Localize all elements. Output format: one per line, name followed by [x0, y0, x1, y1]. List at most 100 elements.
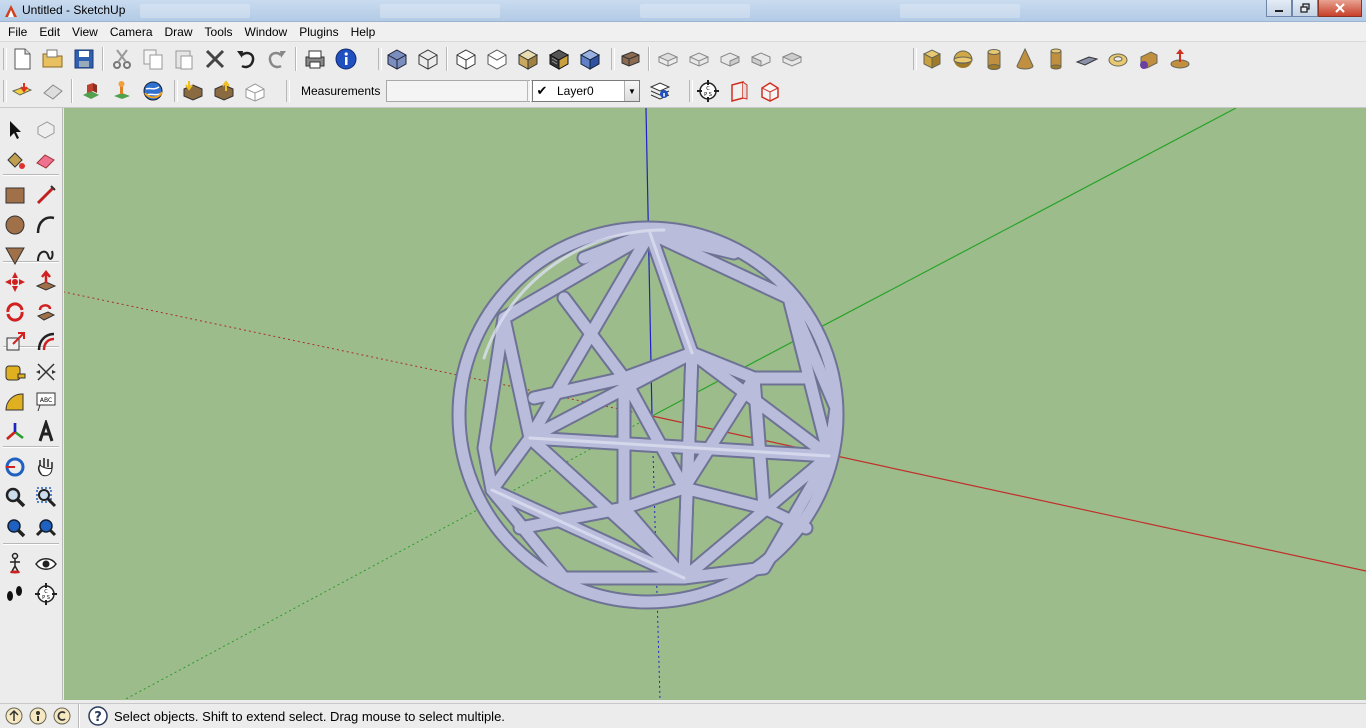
- get-location-button[interactable]: [8, 77, 36, 105]
- tube-button[interactable]: [1042, 45, 1070, 73]
- photo-texture-button[interactable]: [241, 77, 269, 105]
- torus-button[interactable]: [1104, 45, 1132, 73]
- menu-window[interactable]: Window: [239, 22, 294, 42]
- offset-tool-button[interactable]: [32, 328, 60, 356]
- tape-measure-tool-button[interactable]: [1, 358, 29, 386]
- menu-draw[interactable]: Draw: [159, 22, 199, 42]
- rectangle-tool-button[interactable]: [1, 181, 29, 209]
- sign-in-button[interactable]: [52, 706, 72, 726]
- menu-plugins[interactable]: Plugins: [293, 22, 344, 42]
- shaded-button[interactable]: [514, 45, 542, 73]
- chevron-down-icon[interactable]: ▼: [624, 81, 639, 101]
- footprints-tool-button[interactable]: [1, 580, 29, 608]
- menu-file[interactable]: File: [2, 22, 33, 42]
- arc-tool-button[interactable]: [32, 211, 60, 239]
- make-component-tool-button[interactable]: [32, 116, 60, 144]
- rotate-tool-button[interactable]: [1, 298, 29, 326]
- save-button[interactable]: [70, 45, 98, 73]
- hidden-line-button[interactable]: [452, 45, 480, 73]
- menu-tools[interactable]: Tools: [199, 22, 239, 42]
- position-camera-button[interactable]: CP S: [694, 77, 722, 105]
- display-section-button[interactable]: [756, 77, 784, 105]
- cone-button[interactable]: [1011, 45, 1039, 73]
- geo-location-button[interactable]: [4, 706, 24, 726]
- open-button[interactable]: [39, 45, 67, 73]
- share-component-button[interactable]: [179, 77, 207, 105]
- copy-button[interactable]: [139, 45, 167, 73]
- wire-box-button[interactable]: [483, 45, 511, 73]
- zoom-tool-button[interactable]: [1, 483, 29, 511]
- front-view-button[interactable]: [685, 45, 713, 73]
- credits-button[interactable]: [28, 706, 48, 726]
- preview-earth-button[interactable]: [139, 77, 167, 105]
- 3d-text-tool-button[interactable]: [32, 418, 60, 446]
- select-tool-button[interactable]: [1, 116, 29, 144]
- circle-tool-button[interactable]: [1, 211, 29, 239]
- scale-tool-button[interactable]: [1, 328, 29, 356]
- get-component-button[interactable]: [210, 77, 238, 105]
- undo-button[interactable]: [232, 45, 260, 73]
- component-button[interactable]: [616, 45, 644, 73]
- zoom-extents-tool-button[interactable]: [32, 513, 60, 541]
- zoom-window-tool-button[interactable]: [32, 483, 60, 511]
- minimize-button[interactable]: [1266, 0, 1292, 17]
- walk-tool-button[interactable]: [1, 550, 29, 578]
- text-tool-button[interactable]: ABC: [32, 388, 60, 416]
- section-plane-button[interactable]: [725, 77, 753, 105]
- cut-button[interactable]: [108, 45, 136, 73]
- box-button[interactable]: [918, 45, 946, 73]
- modeling-viewport[interactable]: [64, 108, 1366, 700]
- layer-manager-button[interactable]: [646, 77, 674, 105]
- menu-edit[interactable]: Edit: [33, 22, 66, 42]
- print-button[interactable]: [301, 45, 329, 73]
- layer-dropdown[interactable]: ✔ Layer0 ▼: [532, 80, 640, 102]
- new-button[interactable]: [8, 45, 36, 73]
- geodesic-sphere-model[interactable]: [451, 220, 845, 610]
- line-tool-button[interactable]: [32, 181, 60, 209]
- place-model-icon: [83, 83, 99, 99]
- menu-camera[interactable]: Camera: [104, 22, 159, 42]
- top-view-button[interactable]: [654, 45, 682, 73]
- redo-button[interactable]: [263, 45, 291, 73]
- dome-button[interactable]: [1166, 45, 1194, 73]
- look-around-tool-button[interactable]: [32, 550, 60, 578]
- cylinder-button[interactable]: [980, 45, 1008, 73]
- freehand-tool-button[interactable]: [32, 241, 60, 269]
- paste-button[interactable]: [170, 45, 198, 73]
- helix-button[interactable]: [1135, 45, 1163, 73]
- model-info-button[interactable]: [332, 45, 360, 73]
- close-button[interactable]: [1318, 0, 1362, 17]
- wireframe-button[interactable]: [414, 45, 442, 73]
- menu-view[interactable]: View: [66, 22, 104, 42]
- back-view-button[interactable]: [747, 45, 775, 73]
- xray-button[interactable]: [576, 45, 604, 73]
- eraser-tool-button[interactable]: [32, 146, 60, 174]
- orbit-tool-button[interactable]: [1, 453, 29, 481]
- scene-canvas[interactable]: [64, 108, 1366, 700]
- menu-help[interactable]: Help: [345, 22, 382, 42]
- measurements-input[interactable]: [386, 80, 535, 102]
- push-pull-tool-button[interactable]: [32, 268, 60, 296]
- position-camera-tool-button[interactable]: CP S: [32, 580, 60, 608]
- iso-view-button[interactable]: [383, 45, 411, 73]
- polygon-tool-button[interactable]: [1, 241, 29, 269]
- pan-tool-button[interactable]: [32, 453, 60, 481]
- previous-view-tool-button[interactable]: [1, 513, 29, 541]
- half-sphere-button[interactable]: [949, 45, 977, 73]
- erase-button[interactable]: [201, 45, 229, 73]
- paint-bucket-tool-button[interactable]: [1, 146, 29, 174]
- dimension-tool-button[interactable]: [32, 358, 60, 386]
- move-tool-button[interactable]: [1, 268, 29, 296]
- protractor-tool-button[interactable]: [1, 388, 29, 416]
- follow-me-tool-button[interactable]: [32, 298, 60, 326]
- place-model-button[interactable]: [77, 77, 105, 105]
- instructor-button[interactable]: ?: [88, 706, 108, 726]
- maximize-button[interactable]: [1292, 0, 1318, 17]
- shaded-texture-button[interactable]: [545, 45, 573, 73]
- toggle-terrain-button[interactable]: [39, 77, 67, 105]
- plane-button[interactable]: [1073, 45, 1101, 73]
- axes-tool-button[interactable]: [1, 418, 29, 446]
- get-models-button[interactable]: [108, 77, 136, 105]
- right-view-button[interactable]: [716, 45, 744, 73]
- left-view-button[interactable]: [778, 45, 806, 73]
